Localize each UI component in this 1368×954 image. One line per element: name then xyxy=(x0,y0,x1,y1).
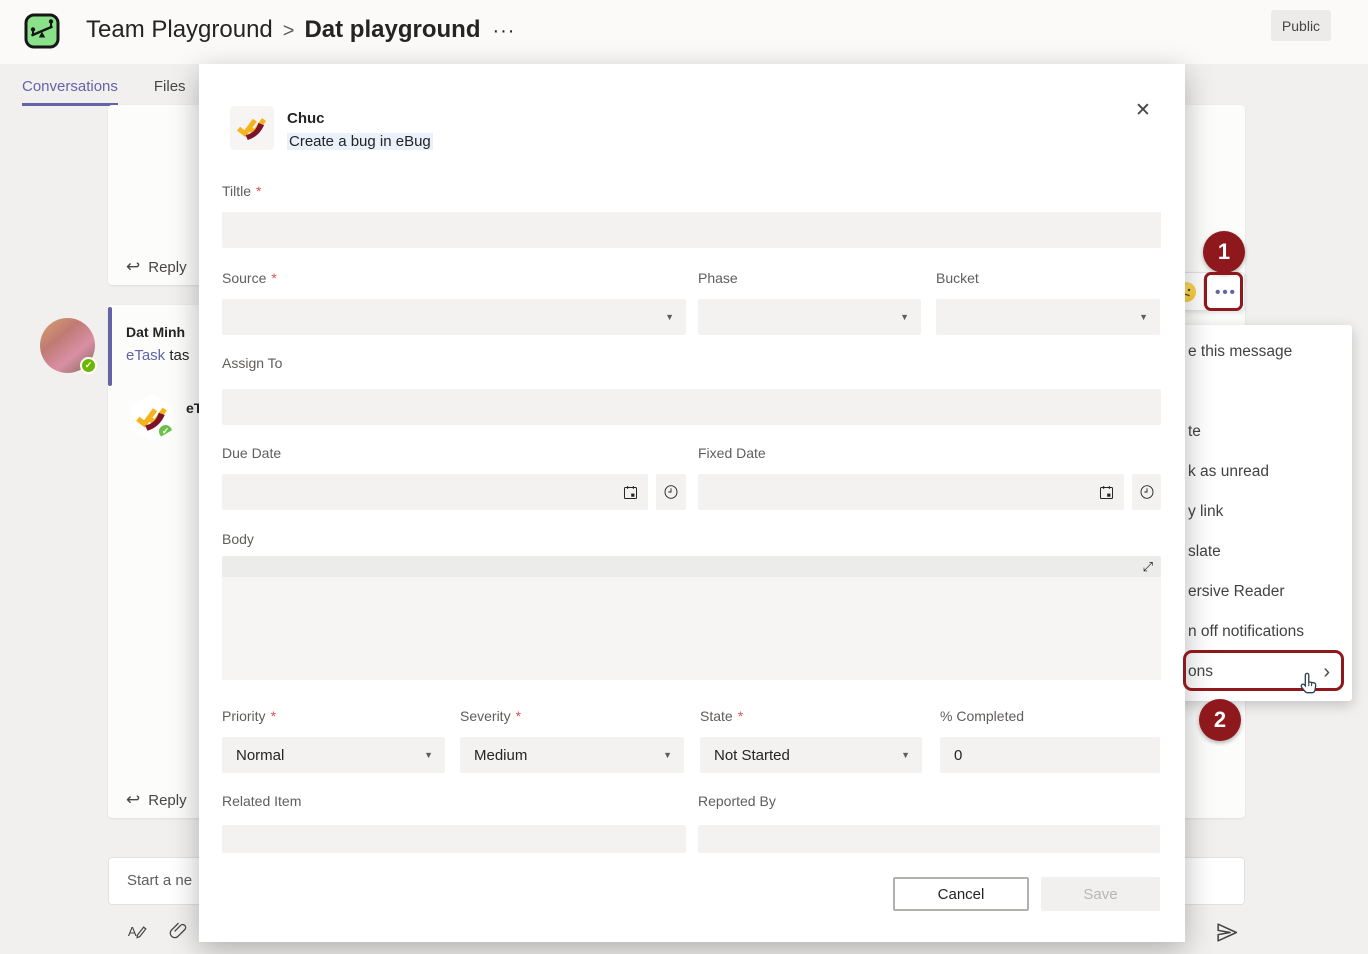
state-dropdown[interactable]: Not Started ▼ xyxy=(700,737,922,773)
menu-item-label: slate xyxy=(1188,543,1221,561)
menu-item-label: te xyxy=(1188,423,1201,441)
required-asterisk: * xyxy=(271,708,276,724)
dialog-subtitle: Create a bug in eBug xyxy=(287,133,433,150)
required-asterisk: * xyxy=(256,183,261,199)
close-icon[interactable]: ✕ xyxy=(1129,96,1157,124)
pct-completed-value: 0 xyxy=(954,747,962,764)
expand-icon[interactable]: ⤢ xyxy=(1143,559,1153,575)
source-label: Source* xyxy=(222,270,277,286)
body-label: Body xyxy=(222,531,254,547)
clock-icon xyxy=(663,484,679,500)
state-value: Not Started xyxy=(714,747,790,764)
chevron-down-icon: ▼ xyxy=(901,750,910,760)
tab-files[interactable]: Files xyxy=(154,78,186,106)
tab-conversations[interactable]: Conversations xyxy=(22,78,118,106)
phase-label: Phase xyxy=(698,270,738,286)
annotation-step-1: 1 xyxy=(1203,231,1245,273)
required-asterisk: * xyxy=(516,708,521,724)
source-dropdown[interactable]: ▼ xyxy=(222,299,686,335)
etask-check-icon xyxy=(235,111,269,145)
fixed-date-label: Fixed Date xyxy=(698,445,766,461)
dialog-app-name: Chuc xyxy=(287,110,325,127)
presence-available-icon: ✓ xyxy=(80,357,97,374)
reported-by-label: Reported By xyxy=(698,793,776,809)
due-date-input[interactable] xyxy=(222,474,648,510)
body-toolbar: ⤢ xyxy=(222,556,1161,577)
pct-completed-label: % Completed xyxy=(940,708,1024,724)
chevron-down-icon: ▼ xyxy=(1139,312,1148,322)
channel-header: Team Playground>Dat playground··· xyxy=(0,0,1368,64)
severity-value: Medium xyxy=(474,747,527,764)
chevron-down-icon: ▼ xyxy=(900,312,909,322)
channel-more-button[interactable]: ··· xyxy=(480,20,515,42)
svg-text:A: A xyxy=(128,924,137,939)
bucket-dropdown[interactable]: ▼ xyxy=(936,299,1160,335)
hand-cursor-icon xyxy=(1298,671,1320,697)
menu-item-label: k as unread xyxy=(1188,463,1269,481)
attach-icon[interactable] xyxy=(168,920,189,942)
due-time-button[interactable] xyxy=(656,474,686,510)
team-name[interactable]: Team Playground xyxy=(86,16,273,43)
annotation-box-more-options xyxy=(1204,272,1243,311)
required-asterisk: * xyxy=(271,270,276,286)
reply-arrow-icon: ↩ xyxy=(126,790,140,810)
priority-value: Normal xyxy=(236,747,284,764)
bucket-label: Bucket xyxy=(936,270,979,286)
create-bug-dialog: Chuc Create a bug in eBug ✕ Tiltle* Sour… xyxy=(199,64,1185,942)
chevron-down-icon: ▼ xyxy=(663,750,672,760)
reply-label: Reply xyxy=(148,792,186,809)
title-label: Tiltle* xyxy=(222,183,262,199)
message-text: eTask tas xyxy=(126,347,189,364)
body-textarea[interactable] xyxy=(222,577,1161,680)
cancel-button[interactable]: Cancel xyxy=(893,877,1029,911)
compose-placeholder: Start a ne xyxy=(127,872,192,889)
due-date-label: Due Date xyxy=(222,445,281,461)
mention-accent-bar xyxy=(108,307,112,386)
required-asterisk: * xyxy=(738,708,743,724)
menu-item-label: e this message xyxy=(1188,343,1292,361)
breadcrumb-separator: > xyxy=(273,20,305,42)
chevron-down-icon: ▼ xyxy=(424,750,433,760)
assign-to-label: Assign To xyxy=(222,355,282,371)
team-logo-icon xyxy=(24,13,60,49)
annotation-step-2: 2 xyxy=(1199,699,1241,741)
reply-link-1[interactable]: ↩ Reply xyxy=(126,257,187,277)
severity-label: Severity* xyxy=(460,708,521,724)
reply-label: Reply xyxy=(148,259,186,276)
fixed-date-input[interactable] xyxy=(698,474,1124,510)
chevron-down-icon: ▼ xyxy=(665,312,674,322)
related-item-input[interactable] xyxy=(222,825,686,853)
title-input[interactable] xyxy=(222,212,1161,248)
calendar-icon[interactable] xyxy=(1098,484,1115,501)
public-badge: Public xyxy=(1271,10,1331,41)
assign-to-input[interactable] xyxy=(222,389,1161,425)
menu-item-label: n off notifications xyxy=(1188,623,1304,641)
calendar-icon[interactable] xyxy=(622,484,639,501)
channel-name[interactable]: Dat playground xyxy=(304,16,480,43)
etask-link[interactable]: eTask xyxy=(126,347,165,364)
message-author[interactable]: Dat Minh xyxy=(126,324,185,340)
phase-dropdown[interactable]: ▼ xyxy=(698,299,921,335)
message-text-fragment: tas xyxy=(169,347,189,364)
menu-item-label: ersive Reader xyxy=(1188,583,1285,601)
related-item-label: Related Item xyxy=(222,793,301,809)
dialog-app-icon xyxy=(230,106,274,150)
clock-icon xyxy=(1139,484,1155,500)
avatar[interactable]: ✓ xyxy=(40,318,95,373)
pct-completed-input[interactable]: 0 xyxy=(940,737,1160,773)
breadcrumb: Team Playground>Dat playground··· xyxy=(86,16,515,44)
format-icon[interactable]: A xyxy=(127,921,148,942)
reply-link-2[interactable]: ↩ Reply xyxy=(126,790,187,810)
reply-arrow-icon: ↩ xyxy=(126,257,140,277)
state-label: State* xyxy=(700,708,743,724)
fixed-time-button[interactable] xyxy=(1132,474,1161,510)
priority-label: Priority* xyxy=(222,708,276,724)
priority-dropdown[interactable]: Normal ▼ xyxy=(222,737,445,773)
menu-item-label: y link xyxy=(1188,503,1223,521)
reported-by-input[interactable] xyxy=(698,825,1160,853)
severity-dropdown[interactable]: Medium ▼ xyxy=(460,737,684,773)
save-button[interactable]: Save xyxy=(1041,877,1160,911)
channel-tabs: Conversations Files xyxy=(22,78,186,106)
send-icon[interactable] xyxy=(1214,920,1240,945)
